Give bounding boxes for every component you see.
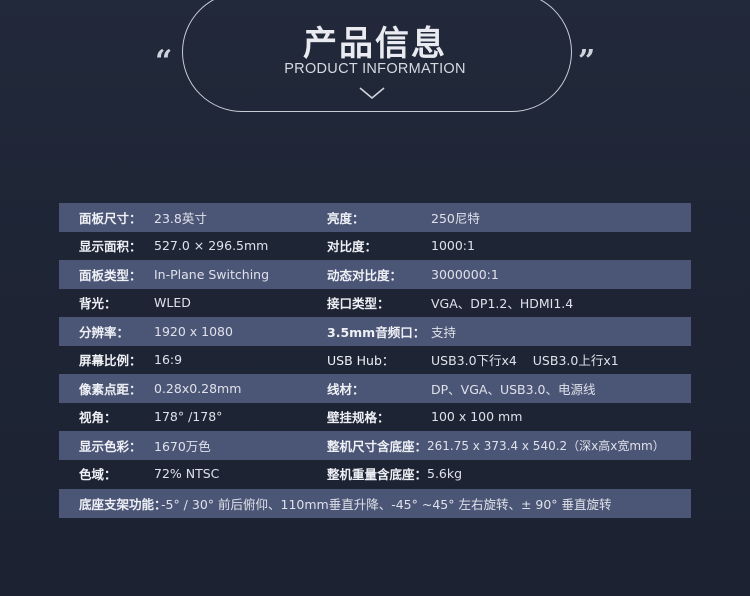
spec-value: 72% NTSC bbox=[154, 466, 220, 482]
spec-label: 动态对比度： bbox=[327, 267, 403, 283]
spec-value: 100 x 100 mm bbox=[431, 409, 523, 425]
chevron-down-icon bbox=[359, 87, 385, 100]
spec-label: 线材： bbox=[327, 381, 365, 397]
page-title: 产品信息 bbox=[303, 24, 447, 64]
spec-value: 250尼特 bbox=[431, 210, 480, 226]
spec-row: 像素点距： 0.28x0.28mm 线材： DP、VGA、USB3.0、电源线 bbox=[59, 374, 691, 403]
spec-value: 178° /178° bbox=[154, 409, 223, 425]
spec-value: 1920 x 1080 bbox=[154, 323, 233, 339]
spec-label: USB Hub： bbox=[327, 353, 395, 369]
spec-value: WLED bbox=[154, 295, 191, 311]
stand-value: -5° / 30° 前后俯仰、110mm垂直升降、-45° ~45° 左右旋转、… bbox=[161, 497, 612, 512]
stand-label: 底座支架功能： bbox=[79, 497, 167, 512]
spec-label: 整机尺寸含底座： bbox=[327, 438, 428, 454]
spec-row: 面板类型： In-Plane Switching 动态对比度： 3000000:… bbox=[59, 260, 691, 289]
spec-value: DP、VGA、USB3.0、电源线 bbox=[431, 381, 596, 397]
spec-label: 接口类型： bbox=[327, 296, 390, 312]
spec-value: 1000:1 bbox=[431, 238, 475, 254]
spec-table: 面板尺寸： 23.8英寸 亮度： 250尼特 显示面积： 527.0 × 296… bbox=[59, 203, 691, 518]
spec-label: 亮度： bbox=[327, 210, 365, 226]
spec-row: 视角： 178° /178° 壁挂规格： 100 x 100 mm bbox=[59, 403, 691, 432]
spec-label: 色域： bbox=[79, 467, 117, 483]
spec-label: 屏幕比例： bbox=[79, 353, 142, 369]
spec-value: VGA、DP1.2、HDMI1.4 bbox=[431, 296, 574, 312]
spec-row: 面板尺寸： 23.8英寸 亮度： 250尼特 bbox=[59, 203, 691, 232]
spec-label: 背光： bbox=[79, 296, 117, 312]
spec-value: 0.28x0.28mm bbox=[154, 380, 242, 396]
spec-value: 1670万色 bbox=[154, 438, 211, 454]
spec-row: 屏幕比例： 16:9 USB Hub： USB3.0下行x4 USB3.0上行x… bbox=[59, 346, 691, 375]
spec-label: 壁挂规格： bbox=[327, 410, 390, 426]
spec-value: 16:9 bbox=[154, 352, 183, 368]
spec-label: 像素点距： bbox=[79, 381, 142, 397]
spec-label: 显示面积： bbox=[79, 239, 142, 255]
spec-label: 整机重量含底座： bbox=[327, 467, 428, 483]
spec-label: 分辨率： bbox=[79, 324, 130, 340]
section-header: “ ” 产品信息 PRODUCT INFORMATION bbox=[0, 0, 750, 130]
stand-row: 底座支架功能： -5° / 30° 前后俯仰、110mm垂直升降、-45° ~4… bbox=[59, 489, 691, 518]
spec-label: 3.5mm音频口： bbox=[327, 324, 426, 340]
spec-value: 261.75 x 373.4 x 540.2（深x高x宽mm） bbox=[427, 438, 665, 453]
page-subtitle: PRODUCT INFORMATION bbox=[284, 61, 466, 77]
spec-label: 视角： bbox=[79, 410, 117, 426]
spec-label: 面板类型： bbox=[79, 267, 142, 283]
spec-row: 分辨率： 1920 x 1080 3.5mm音频口： 支持 bbox=[59, 317, 691, 346]
spec-row: 色域： 72% NTSC 整机重量含底座： 5.6kg bbox=[59, 460, 691, 489]
spec-value: 527.0 × 296.5mm bbox=[154, 238, 269, 254]
spec-row: 显示色彩： 1670万色 整机尺寸含底座： 261.75 x 373.4 x 5… bbox=[59, 431, 691, 460]
spec-value: 23.8英寸 bbox=[154, 210, 207, 226]
spec-value: USB3.0下行x4 USB3.0上行x1 bbox=[431, 353, 619, 369]
spec-row: 显示面积： 527.0 × 296.5mm 对比度： 1000:1 bbox=[59, 232, 691, 261]
spec-label: 面板尺寸： bbox=[79, 210, 142, 226]
spec-label: 显示色彩： bbox=[79, 438, 142, 454]
spec-value: 支持 bbox=[431, 324, 457, 340]
spec-value: In-Plane Switching bbox=[154, 266, 270, 282]
spec-value: 3000000:1 bbox=[431, 266, 499, 282]
spec-row: 背光： WLED 接口类型： VGA、DP1.2、HDMI1.4 bbox=[59, 289, 691, 318]
spec-label: 对比度： bbox=[327, 239, 378, 255]
spec-value: 5.6kg bbox=[427, 466, 463, 482]
